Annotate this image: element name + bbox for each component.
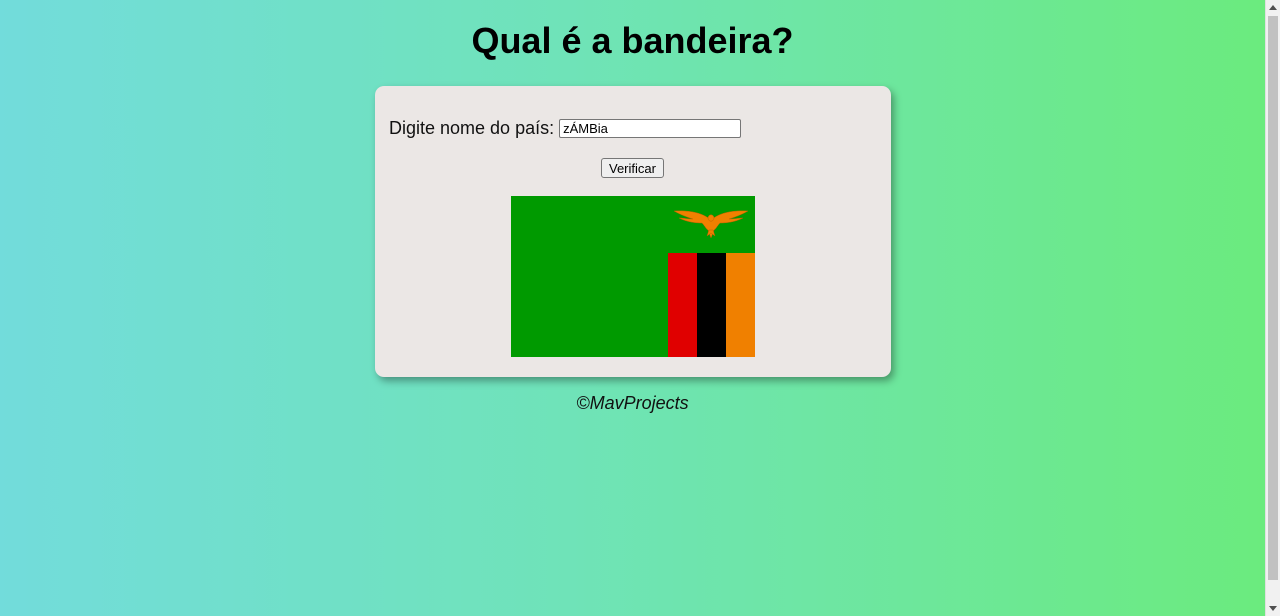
country-form: Digite nome do país: (389, 118, 742, 139)
country-input[interactable] (559, 119, 742, 138)
scroll-up-icon[interactable] (1269, 5, 1277, 10)
scroll-down-icon[interactable] (1269, 606, 1277, 611)
quiz-card: Digite nome do país: Verificar (375, 86, 891, 377)
verify-button[interactable]: Verificar (601, 158, 664, 178)
flag-stripe-red (668, 253, 697, 357)
flag-stripe-orange (726, 253, 755, 357)
scroll-thumb[interactable] (1268, 16, 1278, 580)
flag-image (511, 196, 755, 357)
country-label: Digite nome do país: (389, 118, 555, 138)
vertical-scrollbar[interactable] (1265, 0, 1280, 616)
flag-stripe-black (697, 253, 726, 357)
footer-credit: ©MavProjects (576, 393, 689, 413)
page-background: Qual é a bandeira? Digite nome do país: … (0, 0, 1265, 616)
page-title: Qual é a bandeira? (471, 20, 794, 61)
